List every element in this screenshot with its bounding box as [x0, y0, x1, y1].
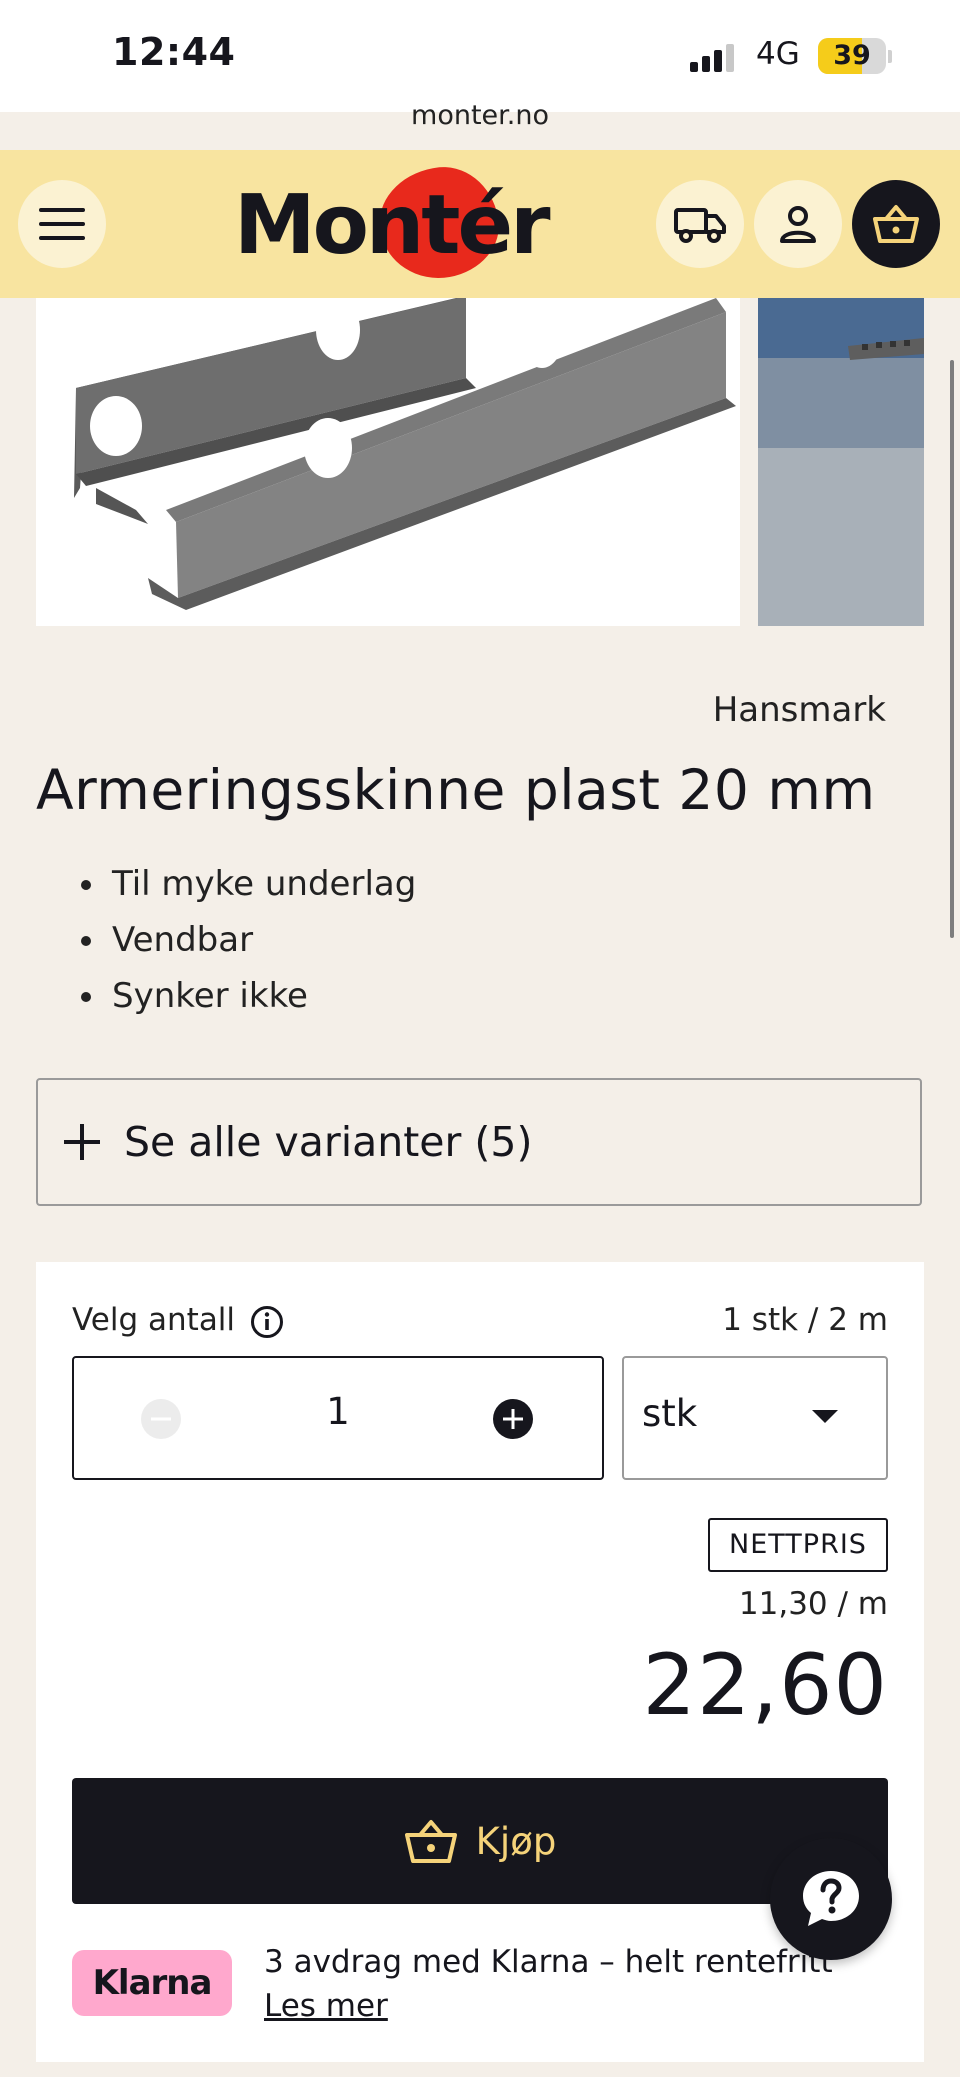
variants-label: Se alle varianter (5) [124, 1118, 533, 1166]
product-image[interactable] [36, 298, 740, 626]
quantity-value[interactable]: 1 [300, 1390, 376, 1433]
page-scrollbar[interactable] [950, 360, 954, 938]
basket-icon [873, 205, 919, 243]
unit-select-value: stk [642, 1392, 698, 1435]
product-brand[interactable]: Hansmark [600, 690, 886, 730]
network-type: 4G [756, 36, 800, 72]
feature-item: Synker ikke [108, 968, 416, 1024]
account-button[interactable] [754, 180, 842, 268]
price-tag-badge: NETTPRIS [708, 1518, 888, 1572]
hamburger-icon [39, 208, 85, 240]
question-icon [803, 1871, 859, 1926]
battery-percent: 39 [833, 40, 871, 71]
decrease-quantity-button[interactable] [140, 1398, 182, 1440]
quantity-label: Velg antall [72, 1302, 236, 1338]
installed-rail-photo [758, 298, 924, 626]
address-bar-url[interactable]: monter.no [0, 100, 960, 131]
klarna-read-more-link[interactable]: Les mer [264, 1988, 388, 2024]
menu-button[interactable] [18, 180, 106, 268]
site-logo[interactable]: Montér [234, 178, 551, 273]
plus-icon [64, 1124, 100, 1160]
increase-quantity-button[interactable] [492, 1398, 534, 1440]
klarna-logo: Klarna [72, 1950, 232, 2016]
status-time: 12:44 [112, 30, 236, 74]
unit-info: 1 stk / 2 m [722, 1302, 888, 1338]
feature-item: Vendbar [108, 912, 416, 968]
buy-label: Kjøp [475, 1819, 557, 1863]
variants-button[interactable]: Se alle varianter (5) [36, 1078, 922, 1206]
product-title: Armeringsskinne plast 20 mm [36, 758, 876, 822]
unit-price: 11,30 / m [738, 1586, 888, 1622]
rebar-rail-illustration [74, 298, 736, 610]
user-icon [780, 206, 816, 243]
klarna-text: 3 avdrag med Klarna – helt rentefritt [264, 1944, 833, 1980]
cart-button[interactable] [852, 180, 940, 268]
help-chat-button[interactable] [770, 1838, 892, 1960]
feature-list: Til myke underlag Vendbar Synker ikke [72, 856, 416, 1024]
total-price: 22,60 [642, 1636, 888, 1734]
buy-button[interactable]: Kjøp [72, 1778, 888, 1904]
basket-icon [404, 1820, 457, 1863]
battery-tip [888, 50, 892, 63]
product-thumbnail[interactable] [758, 298, 924, 626]
feature-item: Til myke underlag [108, 856, 416, 912]
chevron-down-icon [812, 1410, 838, 1423]
signal-icon [690, 44, 734, 72]
info-icon[interactable] [250, 1305, 284, 1339]
truck-icon [674, 208, 726, 243]
delivery-button[interactable] [656, 180, 744, 268]
